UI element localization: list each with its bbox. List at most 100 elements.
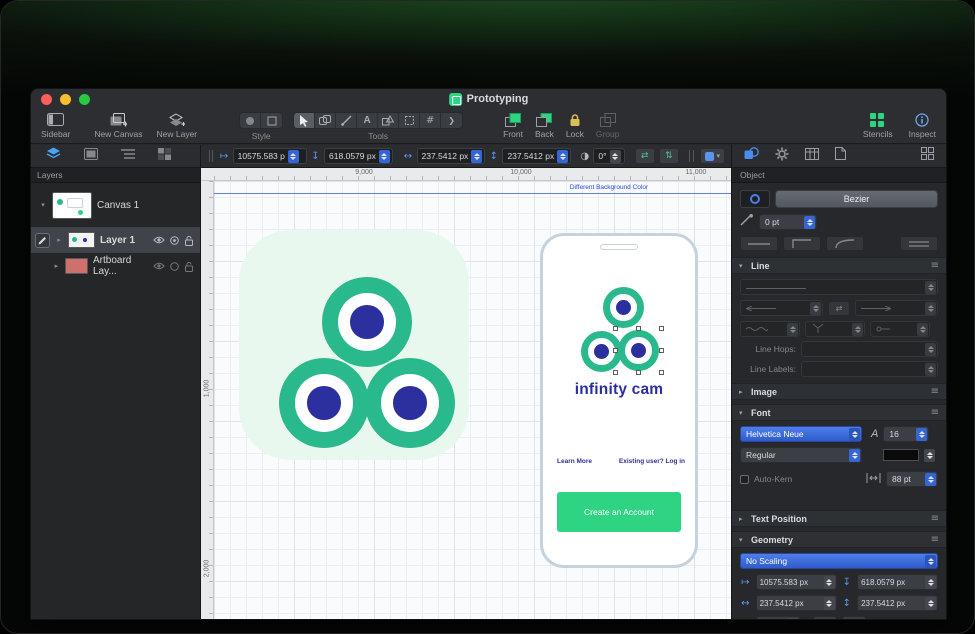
- login-link[interactable]: Existing user? Log in: [619, 458, 685, 465]
- tab-selection-icon[interactable]: [158, 147, 171, 165]
- stepper-control[interactable]: [849, 449, 860, 462]
- tab-settings-gear-icon[interactable]: [775, 147, 789, 166]
- flip-vertical-button[interactable]: ⇅: [659, 148, 679, 164]
- stepper-control[interactable]: [787, 618, 798, 620]
- section-menu-icon[interactable]: ≡: [931, 386, 939, 397]
- shape-tool-button[interactable]: [378, 113, 399, 128]
- visibility-eye-icon[interactable]: [153, 236, 165, 244]
- logo-circle[interactable]: [618, 330, 659, 371]
- x-position-field[interactable]: 10575.583 p: [233, 148, 307, 164]
- swap-arrows-button[interactable]: ⇄: [828, 301, 850, 316]
- line-start-arrow-popup[interactable]: [740, 300, 823, 316]
- close-button[interactable]: [41, 94, 52, 105]
- section-font[interactable]: ▾ Font ≡: [732, 404, 946, 421]
- tab-table-icon[interactable]: [805, 147, 819, 165]
- selection-tool-button[interactable]: [294, 113, 315, 128]
- share-badge-icon[interactable]: [170, 236, 179, 245]
- layer-row-selected[interactable]: ▸ Layer 1: [31, 227, 200, 253]
- stepper-control[interactable]: [610, 150, 621, 163]
- unlock-icon[interactable]: [184, 261, 194, 272]
- stepper-control[interactable]: [924, 449, 935, 462]
- stepper-control[interactable]: [916, 428, 927, 441]
- group-button[interactable]: Group: [596, 112, 620, 139]
- tab-document-icon[interactable]: [835, 147, 846, 165]
- artboard-tool-button[interactable]: [399, 113, 420, 128]
- selection-handle[interactable]: [613, 348, 618, 353]
- stepper-control[interactable]: [824, 597, 835, 610]
- font-style-popup[interactable]: Regular: [740, 447, 862, 463]
- table-tool-button[interactable]: #: [420, 113, 441, 128]
- disclosure-chevron-icon[interactable]: ▸: [53, 262, 60, 270]
- stepper-control[interactable]: [824, 576, 835, 589]
- new-canvas-button[interactable]: New Canvas: [94, 112, 142, 139]
- display-options-popup[interactable]: ▾: [700, 148, 726, 164]
- rotation-field[interactable]: 0°: [593, 148, 624, 164]
- height-field[interactable]: 237.5412 px: [502, 148, 571, 164]
- section-menu-icon[interactable]: ≡: [931, 407, 939, 418]
- stepper-control[interactable]: [804, 216, 815, 229]
- flip-horizontal-button[interactable]: ⇄: [813, 616, 837, 619]
- y-position-field[interactable]: 618.0579 px: [324, 148, 393, 164]
- selection-handle[interactable]: [613, 326, 618, 331]
- tab-object-icon[interactable]: [744, 147, 759, 165]
- line-labels-popup[interactable]: [801, 361, 938, 377]
- share-badge-icon[interactable]: [170, 262, 179, 271]
- line-tool-button[interactable]: [336, 113, 357, 128]
- stepper-control[interactable]: [925, 597, 936, 610]
- tab-outline-icon[interactable]: [121, 147, 135, 165]
- stepper-control[interactable]: [787, 323, 798, 336]
- line-squiggle-popup[interactable]: [740, 321, 800, 337]
- scaling-popup[interactable]: No Scaling: [740, 553, 938, 569]
- line-style-solid-button[interactable]: [740, 236, 778, 251]
- design-canvas[interactable]: Different Background Color: [214, 181, 731, 619]
- stroke-pattern-popup[interactable]: [740, 279, 938, 295]
- layer-row-artboard[interactable]: ▸ Artboard Lay...: [31, 253, 200, 279]
- shape-type-popup[interactable]: Bezier: [775, 190, 938, 208]
- stepper-control[interactable]: [471, 150, 482, 163]
- stepper-control[interactable]: [917, 323, 928, 336]
- section-image[interactable]: ▸ Image ≡: [732, 383, 946, 400]
- selection-handle[interactable]: [613, 370, 618, 375]
- section-geometry[interactable]: ▾ Geometry ≡: [732, 531, 946, 548]
- geometry-width-field[interactable]: 237.5412 px: [756, 595, 837, 611]
- layer-row-canvas[interactable]: ▾ Canvas 1: [31, 183, 200, 227]
- stencils-button[interactable]: Stencils: [863, 112, 893, 139]
- shape-preview-button[interactable]: [740, 190, 770, 208]
- width-field[interactable]: 237.5412 px: [417, 148, 486, 164]
- kern-value-field[interactable]: 88 pt: [886, 471, 938, 487]
- section-menu-icon[interactable]: ≡: [931, 260, 939, 271]
- tab-layers-icon[interactable]: [46, 147, 61, 165]
- inspector-grid-icon[interactable]: [921, 147, 934, 165]
- lock-button[interactable]: Lock: [566, 112, 584, 139]
- more-tools-chevron[interactable]: ❯: [441, 113, 462, 128]
- section-menu-icon[interactable]: ≡: [931, 534, 939, 545]
- line-style-corner-button[interactable]: [783, 236, 821, 251]
- minimize-button[interactable]: [60, 94, 71, 105]
- inspect-button[interactable]: Inspect: [909, 112, 936, 139]
- new-layer-button[interactable]: New Layer: [157, 112, 198, 139]
- stepper-control[interactable]: [925, 473, 936, 486]
- flip-vertical-button[interactable]: ⇅: [842, 616, 866, 619]
- section-line[interactable]: ▾ Line ≡: [732, 257, 946, 274]
- stepper-control[interactable]: [852, 323, 863, 336]
- stepper-control[interactable]: [925, 343, 936, 356]
- disclosure-chevron-icon[interactable]: ▸: [55, 236, 63, 244]
- disclosure-chevron-icon[interactable]: ▾: [39, 201, 47, 209]
- stroke-width-field[interactable]: 0 pt: [759, 214, 817, 230]
- font-size-field[interactable]: 16: [883, 426, 929, 442]
- stepper-control[interactable]: [379, 150, 390, 163]
- font-color-well[interactable]: [883, 449, 919, 461]
- text-tool-button[interactable]: A: [357, 113, 378, 128]
- stepper-control[interactable]: [849, 428, 860, 441]
- app-icon-artwork[interactable]: [239, 230, 469, 460]
- unlock-icon[interactable]: [184, 235, 194, 246]
- line-join-popup[interactable]: [805, 321, 865, 337]
- selection-handle[interactable]: [636, 326, 641, 331]
- line-style-extra-button[interactable]: [900, 236, 938, 251]
- tab-canvases-icon[interactable]: [84, 147, 98, 165]
- stepper-control[interactable]: [925, 555, 936, 568]
- stepper-control[interactable]: [925, 576, 936, 589]
- line-end-arrow-popup[interactable]: [855, 300, 938, 316]
- line-style-curve-button[interactable]: [826, 236, 864, 251]
- line-cap-popup[interactable]: [870, 321, 930, 337]
